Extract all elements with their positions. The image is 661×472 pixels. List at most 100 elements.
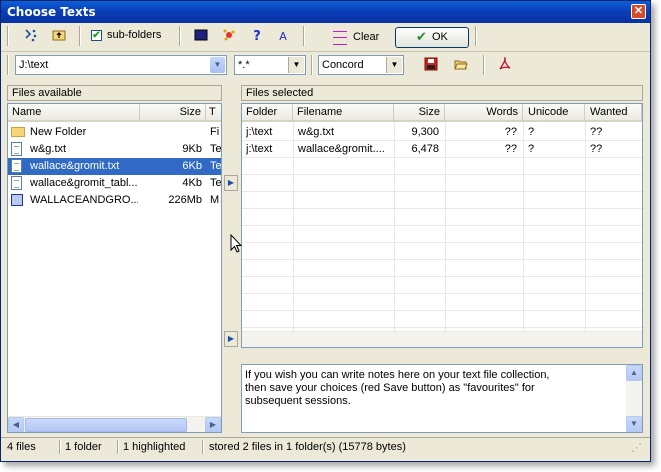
folder-icon — [11, 127, 25, 137]
filter-combobox[interactable]: *.* ▼ — [234, 55, 306, 75]
title-bar[interactable]: Choose Texts ✕ — [1, 1, 650, 23]
resize-grip-icon[interactable]: ⋰ — [631, 441, 642, 454]
list-item[interactable]: WALLACEANDGRO... 226Mb M — [8, 192, 221, 209]
table-row[interactable]: j:\text w&g.txt 9,300 ?? ? ?? — [242, 124, 642, 141]
toolbar-separator — [303, 26, 305, 46]
toolbar-separator — [483, 55, 485, 75]
files-selected-title: Files selected — [246, 87, 314, 99]
column-header-type[interactable]: T — [206, 104, 221, 122]
status-separator — [117, 440, 119, 454]
status-files: 4 files — [7, 441, 36, 453]
toolbar-separator — [7, 26, 9, 46]
toolbar-separator — [179, 26, 181, 46]
list-item[interactable]: New Folder Fi — [8, 124, 221, 141]
text-file-icon — [11, 159, 22, 173]
grid-column-line — [293, 122, 294, 331]
scrollbar-thumb[interactable] — [25, 418, 187, 432]
files-available-header: Files available — [7, 85, 222, 101]
column-header-folder[interactable]: Folder — [242, 104, 293, 122]
settings-bug-icon[interactable] — [219, 27, 239, 47]
grid-row-line — [242, 174, 642, 175]
column-header-wanted[interactable]: Wanted — [585, 104, 642, 122]
horizontal-scrollbar[interactable] — [242, 331, 642, 347]
scroll-right-button[interactable]: ▶ — [205, 417, 221, 432]
files-available-panel: Files available Name Size T New Folder F… — [7, 85, 222, 433]
tool-combobox[interactable]: Concord ▼ — [318, 55, 404, 75]
horizontal-scrollbar[interactable]: ◀ ▶ — [8, 416, 221, 432]
files-available-list[interactable]: Name Size T New Folder Fi w&g.txt 9Kb Te… — [7, 103, 222, 433]
table-row[interactable]: j:\text wallace&gromit.... 6,478 ?? ? ?? — [242, 141, 642, 158]
tool-value: Concord — [322, 59, 364, 71]
grid-column-line — [394, 122, 395, 331]
toolbar-bottom: J:\text ▼ *.* ▼ Concord ▼ — [1, 52, 650, 80]
status-bar: 4 files 1 folder 1 highlighted stored 2 … — [1, 437, 650, 456]
pdf-icon[interactable] — [495, 56, 515, 76]
clear-label: Clear — [353, 31, 380, 43]
column-header-size[interactable]: Size — [394, 104, 445, 122]
subfolders-label: sub-folders — [107, 29, 162, 41]
window-title: Choose Texts — [7, 5, 96, 19]
ok-button[interactable]: ✔ OK — [395, 27, 469, 48]
grid-column-line — [523, 122, 524, 331]
column-header-filename[interactable]: Filename — [293, 104, 394, 122]
save-icon[interactable] — [421, 56, 441, 76]
grid-row-line — [242, 276, 642, 277]
add-all-arrow-icon[interactable]: ▶ — [224, 331, 238, 347]
subfolders-checkbox[interactable]: ✔ — [91, 30, 102, 41]
scroll-left-button[interactable]: ◀ — [8, 417, 24, 432]
notes-textarea[interactable]: If you wish you can write notes here on … — [241, 364, 643, 433]
scroll-up-button[interactable]: ▲ — [626, 365, 642, 381]
list-item[interactable]: wallace&gromit_tabl... 4Kb Te — [8, 175, 221, 192]
grid-row-line — [242, 242, 642, 243]
chevron-down-icon[interactable]: ▼ — [386, 57, 402, 73]
panel-splitter[interactable]: ▶ ▶ — [224, 85, 238, 433]
column-header-unicode[interactable]: Unicode — [523, 104, 585, 122]
grid-row-line — [242, 157, 642, 158]
list-item[interactable]: w&g.txt 9Kb Te — [8, 141, 221, 158]
status-highlighted: 1 highlighted — [123, 441, 186, 453]
help-icon[interactable]: ? — [247, 27, 267, 47]
color-icon[interactable] — [191, 27, 211, 47]
open-folder-icon[interactable] — [451, 56, 471, 76]
grid-column-line — [585, 122, 586, 331]
column-header-words[interactable]: Words — [445, 104, 523, 122]
chevron-down-icon[interactable]: ▼ — [210, 57, 225, 73]
vertical-scrollbar[interactable]: ▲ ▼ — [626, 365, 642, 432]
path-combobox[interactable]: J:\text ▼ — [15, 55, 227, 75]
scroll-down-button[interactable]: ▼ — [626, 416, 642, 432]
column-header-name[interactable]: Name — [8, 104, 140, 122]
grid-row-line — [242, 310, 642, 311]
tree-view-icon[interactable] — [21, 27, 41, 47]
ok-label: OK — [432, 31, 448, 43]
grid-row-line — [242, 225, 642, 226]
status-separator — [59, 440, 61, 454]
grid-row-line — [242, 191, 642, 192]
text-file-icon — [11, 142, 22, 156]
toolbar-separator — [475, 26, 477, 46]
font-icon[interactable]: A — [273, 27, 293, 47]
video-file-icon — [11, 194, 23, 206]
list-item-selected[interactable]: wallace&gromit.txt 6Kb Te — [8, 158, 221, 175]
files-selected-grid[interactable]: Folder Filename Size Words Unicode Wante… — [241, 103, 643, 348]
chevron-down-icon[interactable]: ▼ — [288, 57, 304, 73]
grid-row-line — [242, 259, 642, 260]
notes-text: If you wish you can write notes here on … — [245, 369, 550, 407]
filter-value: *.* — [238, 59, 250, 71]
files-available-title: Files available — [12, 87, 82, 99]
grid-column-line — [445, 122, 446, 331]
grid-row-line — [242, 208, 642, 209]
grid-row-line — [242, 293, 642, 294]
path-value: J:\text — [19, 59, 49, 71]
clear-button[interactable]: Clear — [331, 27, 391, 47]
folder-up-icon[interactable] — [49, 27, 69, 47]
close-button[interactable]: ✕ — [631, 4, 646, 19]
toolbar-separator — [79, 26, 81, 46]
grid-row-line — [242, 327, 642, 328]
status-folders: 1 folder — [65, 441, 102, 453]
files-selected-panel: Files selected Folder Filename Size Word… — [241, 85, 643, 433]
column-header-size[interactable]: Size — [140, 104, 206, 122]
files-selected-header: Files selected — [241, 85, 643, 101]
add-files-arrow-icon[interactable]: ▶ — [224, 175, 238, 191]
choose-texts-window: Choose Texts ✕ ✔ sub-folders ? A Clear ✔… — [0, 0, 651, 462]
toolbar-top: ✔ sub-folders ? A Clear ✔ OK — [1, 23, 650, 52]
